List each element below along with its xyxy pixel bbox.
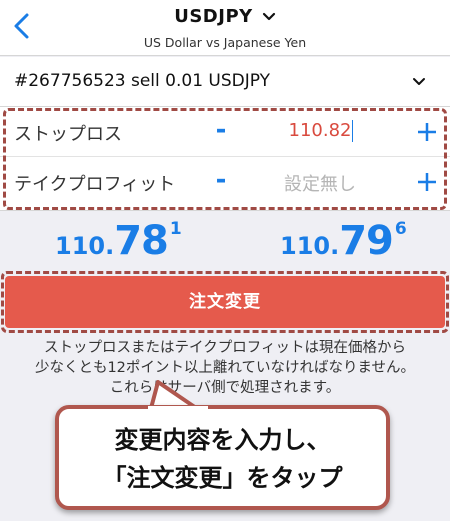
take-profit-minus-button[interactable]: - <box>212 167 230 193</box>
chevron-down-icon[interactable] <box>262 12 276 22</box>
navigation-header: USDJPY US Dollar vs Japanese Yen <box>0 0 450 56</box>
order-label: #267756523 sell 0.01 USDJPY <box>14 71 271 91</box>
instruction-callout: 変更内容を入力し、 「注文変更」をタップ <box>55 405 390 510</box>
bid-price-pips: 78 <box>114 218 169 264</box>
chevron-down-icon[interactable] <box>412 77 426 87</box>
bid-price-fraction: 1 <box>169 219 182 239</box>
ask-price: 110.79 6 <box>280 218 407 268</box>
take-profit-label: テイクプロフィット <box>14 174 176 195</box>
ask-price-prefix: 110. <box>280 232 340 260</box>
take-profit-input[interactable]: 設定無し <box>240 170 400 196</box>
bid-price-prefix: 110. <box>55 232 115 260</box>
plus-icon <box>418 173 436 191</box>
take-profit-plus-button[interactable] <box>416 171 438 193</box>
plus-icon <box>418 123 436 141</box>
note-line-3: これらはサーバ側で処理されます。 <box>109 380 341 396</box>
stop-loss-row: ストップロス - 110.82 <box>0 107 450 157</box>
callout-line-1: 変更内容を入力し、 <box>114 426 331 454</box>
note-line-2: 少なくとも12ポイント以上離れていなければなりません。 <box>34 360 416 376</box>
callout-line-2: 「注文変更」をタップ <box>102 464 343 492</box>
take-profit-row: テイクプロフィット - 設定無し <box>0 157 450 207</box>
sltp-panel: ストップロス - 110.82 テイクプロフィット - 設定無し <box>0 107 450 211</box>
ask-price-fraction: 6 <box>394 219 407 239</box>
stop-loss-label: ストップロス <box>14 124 122 145</box>
symbol-description: US Dollar vs Japanese Yen <box>143 35 307 50</box>
stop-loss-minus-button[interactable]: - <box>212 117 230 143</box>
modify-order-button[interactable]: 注文変更 <box>5 276 445 328</box>
callout-pointer-cover <box>148 406 208 414</box>
symbol-title[interactable]: USDJPY <box>174 6 252 27</box>
bid-price: 110.78 1 <box>55 218 182 268</box>
stop-loss-input[interactable]: 110.82 <box>240 120 400 141</box>
sltp-note: ストップロスまたはテイクプロフィットは現在価格から 少なくとも12ポイント以上離… <box>0 338 450 398</box>
callout-text: 変更内容を入力し、 「注文変更」をタップ <box>59 421 386 497</box>
note-line-1: ストップロスまたはテイクプロフィットは現在価格から <box>44 340 406 356</box>
stop-loss-plus-button[interactable] <box>416 121 438 143</box>
text-caret <box>352 120 353 142</box>
symbol-selector[interactable]: USDJPY <box>0 6 450 27</box>
ask-price-pips: 79 <box>339 218 394 264</box>
order-selector[interactable]: #267756523 sell 0.01 USDJPY <box>0 57 450 107</box>
